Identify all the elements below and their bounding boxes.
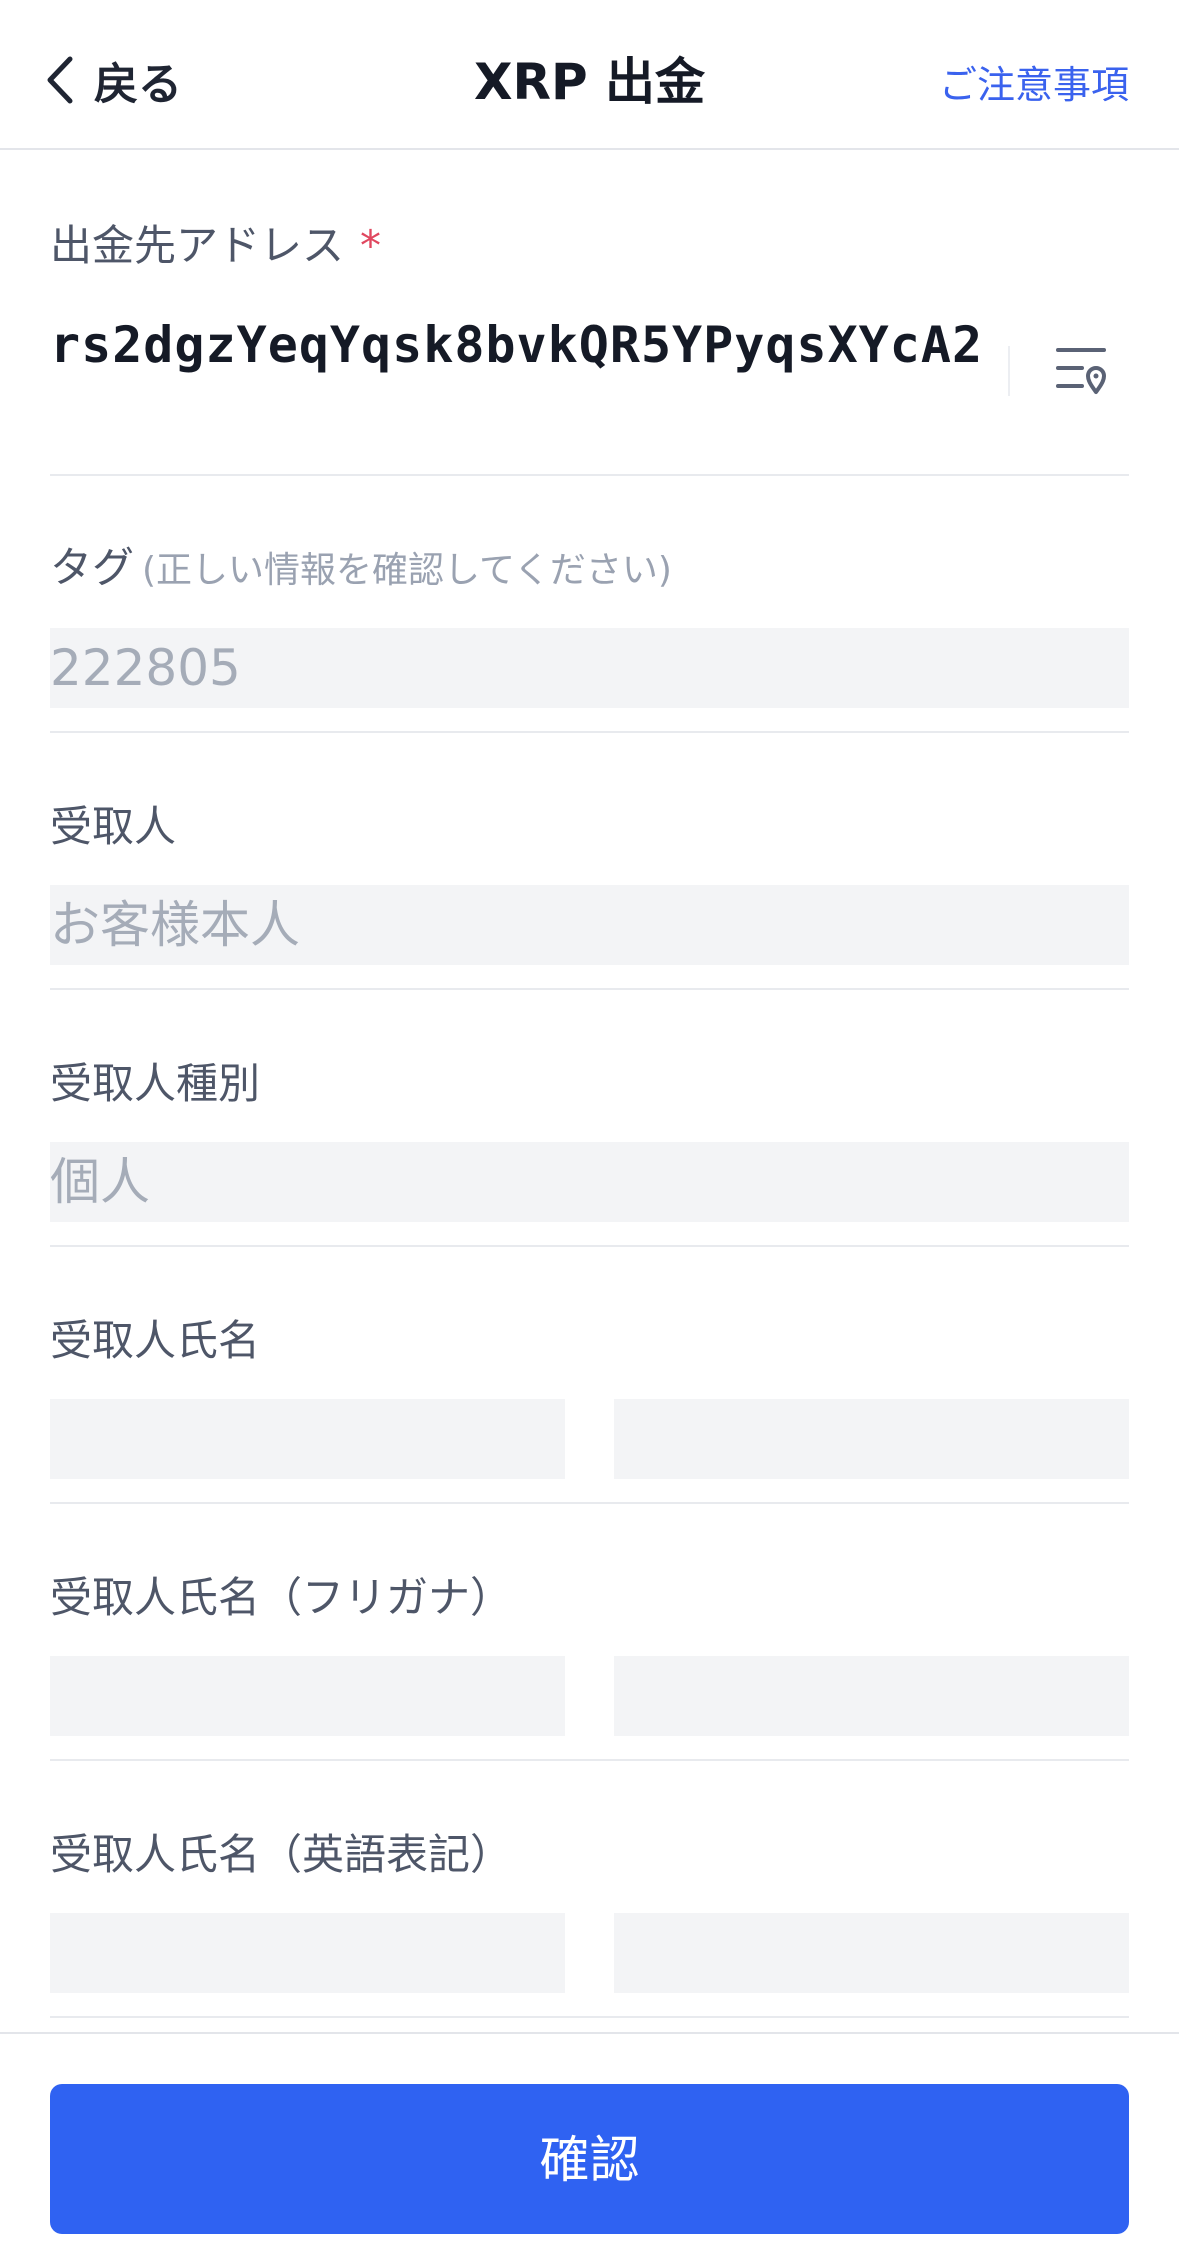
- recipient-english-label: 受取人氏名（英語表記）: [50, 1830, 513, 1879]
- tag-label: タグ (正しい情報を確認してください): [50, 540, 672, 599]
- notice-link[interactable]: ご注意事項: [939, 60, 1129, 110]
- recipient-first-name-input[interactable]: [614, 1399, 1129, 1479]
- recipient-first-name-furigana-input[interactable]: [614, 1656, 1129, 1736]
- address-book-icon[interactable]: [1052, 340, 1112, 400]
- recipient-label: 受取人: [50, 802, 177, 851]
- recipient-furigana-section: 受取人氏名（フリガナ）: [50, 1504, 1129, 1761]
- recipient-last-name-input[interactable]: [50, 1399, 565, 1479]
- tag-hint: (正しい情報を確認してください): [142, 550, 672, 591]
- recipient-last-name-furigana-input[interactable]: [50, 1656, 565, 1736]
- recipient-name-section: 受取人氏名: [50, 1247, 1129, 1504]
- recipient-type-select[interactable]: 個人: [50, 1142, 1129, 1222]
- tag-section: タグ (正しい情報を確認してください) 222805: [50, 476, 1129, 733]
- recipient-first-name-english-input[interactable]: [614, 1913, 1129, 1993]
- address-input[interactable]: rs2dgzYeqYqsk8bvkQR5YPyqsXYcA2: [50, 310, 983, 380]
- bottom-action-bar: 確認: [0, 2032, 1179, 2263]
- tag-input[interactable]: 222805: [50, 628, 1129, 708]
- top-navigation-bar: 戻る XRP 出金 ご注意事項: [0, 0, 1179, 150]
- address-label-text: 出金先アドレス: [50, 221, 345, 270]
- address-divider: [1008, 346, 1010, 396]
- required-mark: *: [360, 221, 382, 270]
- recipient-type-section: 受取人種別 個人: [50, 990, 1129, 1247]
- recipient-last-name-english-input[interactable]: [50, 1913, 565, 1993]
- confirm-button[interactable]: 確認: [50, 2084, 1129, 2234]
- recipient-furigana-label: 受取人氏名（フリガナ）: [50, 1573, 513, 1622]
- recipient-select[interactable]: お客様本人: [50, 885, 1129, 965]
- recipient-type-label: 受取人種別: [50, 1059, 261, 1108]
- recipient-section: 受取人 お客様本人: [50, 733, 1129, 990]
- tag-label-text: タグ: [50, 543, 135, 592]
- recipient-english-section: 受取人氏名（英語表記）: [50, 1761, 1129, 2018]
- address-label: 出金先アドレス *: [50, 218, 381, 274]
- address-section: 出金先アドレス * rs2dgzYeqYqsk8bvkQR5YPyqsXYcA2: [50, 150, 1129, 476]
- recipient-name-label: 受取人氏名: [50, 1316, 261, 1365]
